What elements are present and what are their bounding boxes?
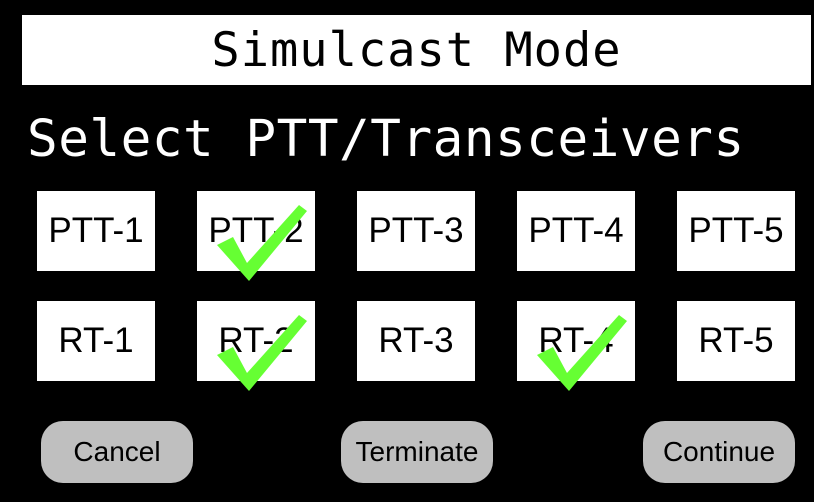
rt-3-label: RT-3 — [378, 321, 454, 360]
rt-5-label: RT-5 — [698, 321, 774, 360]
terminate-button[interactable]: Terminate — [341, 421, 493, 483]
screen-title: Simulcast Mode — [211, 22, 622, 78]
rt-2-label: RT-2 — [218, 321, 294, 360]
rt-3-button[interactable]: RT-3 — [357, 301, 475, 381]
rt-5-button[interactable]: RT-5 — [677, 301, 795, 381]
ptt-2-button[interactable]: PTT-2 — [197, 191, 315, 281]
ptt-5-button[interactable]: PTT-5 — [677, 191, 795, 271]
terminate-button-label: Terminate — [355, 436, 479, 467]
ptt-1-button[interactable]: PTT-1 — [37, 191, 155, 271]
ptt-5-label: PTT-5 — [688, 211, 784, 250]
screen-frame: Simulcast Mode Select PTT/Transceivers P… — [0, 0, 814, 502]
ptt-4-button[interactable]: PTT-4 — [517, 191, 635, 271]
rt-4-button[interactable]: RT-4 — [517, 301, 635, 391]
cancel-button[interactable]: Cancel — [41, 421, 193, 483]
rt-1-label: RT-1 — [58, 321, 134, 360]
ptt-2-label: PTT-2 — [208, 211, 304, 250]
ptt-3-button[interactable]: PTT-3 — [357, 191, 475, 271]
cancel-button-label: Cancel — [73, 436, 161, 467]
ptt-1-label: PTT-1 — [48, 211, 144, 250]
rt-2-button[interactable]: RT-2 — [197, 301, 315, 391]
continue-button-label: Continue — [662, 436, 776, 467]
rt-1-button[interactable]: RT-1 — [37, 301, 155, 381]
title-bar: Simulcast Mode — [22, 15, 811, 85]
instruction-heading: Select PTT/Transceivers — [27, 110, 745, 169]
ptt-3-label: PTT-3 — [368, 211, 464, 250]
rt-4-label: RT-4 — [538, 321, 614, 360]
ptt-4-label: PTT-4 — [528, 211, 624, 250]
continue-button[interactable]: Continue — [643, 421, 795, 483]
